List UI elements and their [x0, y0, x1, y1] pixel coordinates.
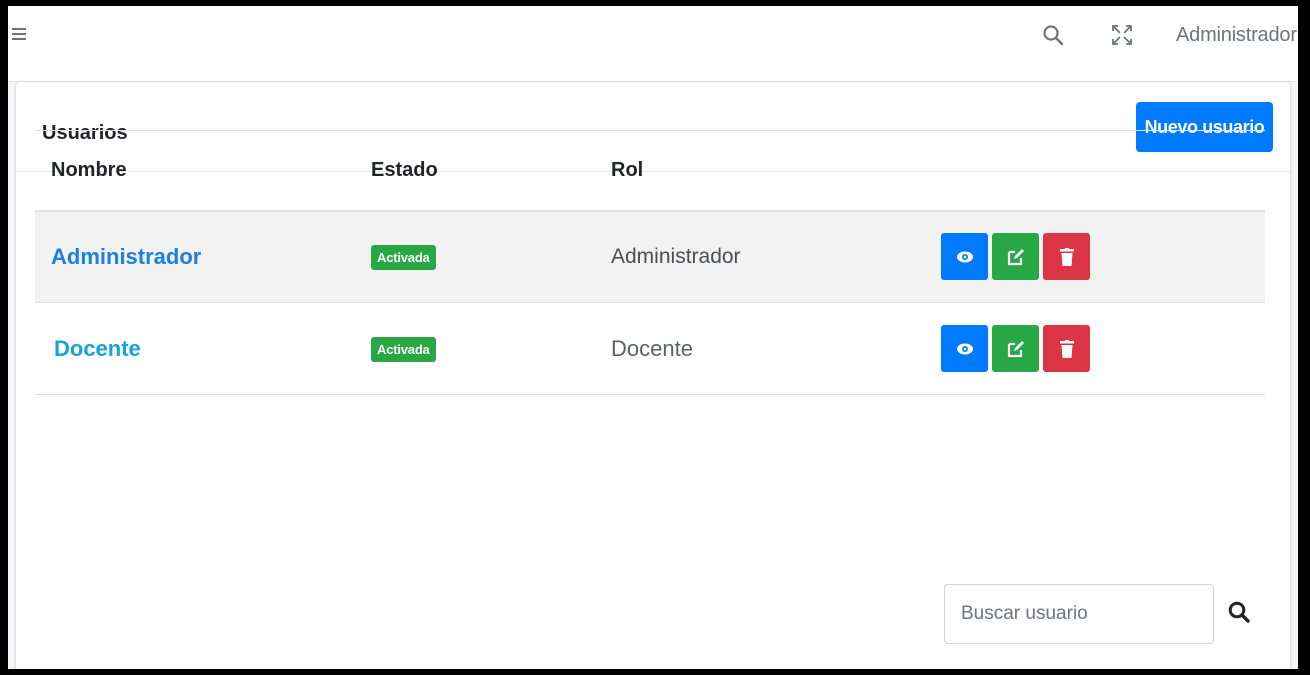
eye-icon — [956, 251, 973, 263]
row-actions — [931, 325, 1265, 372]
row-actions — [931, 233, 1265, 281]
user-name-link[interactable]: Docente — [51, 336, 141, 361]
header-state: Estado — [371, 158, 438, 181]
header-actions — [915, 131, 1265, 211]
edit-button[interactable] — [992, 233, 1039, 281]
user-role: Administrador — [611, 244, 741, 268]
hamburger-icon[interactable] — [12, 26, 26, 42]
app-frame: Administrador Usuarios Nuevo usuario Nom… — [8, 6, 1298, 669]
search-user-input[interactable] — [944, 584, 1214, 644]
trash-icon — [1059, 339, 1074, 358]
delete-button[interactable] — [1043, 233, 1090, 281]
eye-icon — [956, 343, 973, 354]
edit-button[interactable] — [992, 325, 1039, 372]
view-button[interactable] — [941, 233, 988, 281]
user-menu[interactable]: Administrador — [1176, 24, 1297, 47]
edit-icon — [1007, 340, 1024, 357]
status-badge: Activada — [371, 336, 436, 362]
table-row: Administrador Activada Administrador — [35, 210, 1265, 303]
search-icon — [1228, 601, 1250, 623]
view-button[interactable] — [941, 325, 988, 372]
search-icon[interactable] — [1042, 24, 1064, 46]
table-row: Docente Activada Docente — [35, 303, 1265, 395]
header-role: Rol — [611, 158, 644, 181]
user-role: Docente — [611, 335, 693, 361]
edit-icon — [1007, 248, 1024, 265]
status-badge: Activada — [371, 244, 436, 270]
trash-icon — [1059, 247, 1074, 266]
users-table: Nombre Estado Rol Administrador Activada… — [35, 130, 1265, 395]
search-user-button[interactable] — [1224, 598, 1254, 628]
delete-button[interactable] — [1043, 325, 1090, 372]
top-navbar: Administrador — [8, 6, 1298, 82]
user-name-link[interactable]: Administrador — [51, 244, 201, 269]
fullscreen-icon[interactable] — [1111, 24, 1133, 46]
header-name: Nombre — [51, 158, 127, 181]
table-header-row: Nombre Estado Rol — [35, 130, 1265, 211]
